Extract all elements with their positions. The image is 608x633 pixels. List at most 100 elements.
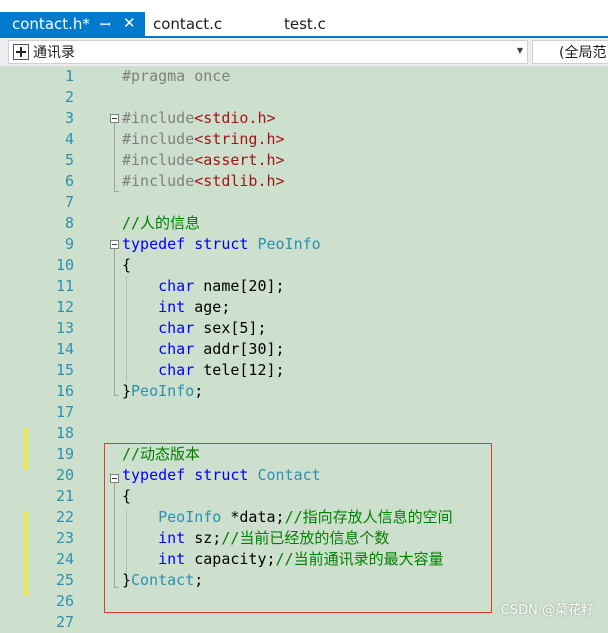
comment: //指向存放人信息的空间 — [284, 508, 453, 526]
code-line-25: }Contact; — [122, 570, 203, 591]
fold-line-end — [114, 587, 119, 588]
code-line-4: #include<string.h> — [122, 129, 285, 150]
line-number: 9 — [64, 235, 74, 253]
watermark: CSDN @菜花籽 — [500, 603, 594, 618]
code-text: sz; — [185, 529, 222, 547]
code-text: sex[5]; — [194, 319, 267, 337]
brace: { — [122, 256, 132, 274]
line-number: 20 — [55, 466, 74, 484]
line-number: 26 — [55, 592, 74, 610]
comment: //人的信息 — [122, 214, 201, 232]
preprocessor: #include — [122, 151, 195, 169]
code-line-13: char sex[5]; — [122, 318, 267, 339]
line-number: 23 — [55, 529, 74, 547]
collapse-icon[interactable] — [110, 474, 119, 483]
line-number: 24 — [55, 550, 74, 568]
fold-line — [114, 123, 115, 192]
comment: //当前通讯录的最大容量 — [275, 550, 444, 568]
line-number: 18 — [55, 424, 74, 442]
code-text: capacity; — [185, 550, 276, 568]
keyword: int — [158, 529, 186, 547]
change-bar — [24, 428, 28, 470]
brace: { — [122, 487, 132, 505]
code-line-3: #include<stdio.h> — [122, 108, 276, 129]
keyword: typedef struct — [122, 235, 249, 253]
preprocessor: #include — [122, 172, 195, 190]
code-editor[interactable]: 1 2 3 4 5 6 7 8 9 10 11 12 13 14 15 16 1… — [0, 66, 608, 631]
code-line-20: typedef struct Contact — [122, 465, 321, 486]
line-number: 15 — [55, 361, 74, 379]
code-text: ; — [194, 382, 204, 400]
line-number: 16 — [55, 382, 74, 400]
line-number-gutter: 1 2 3 4 5 6 7 8 9 10 11 12 13 14 15 16 1… — [30, 66, 77, 631]
code-line-6: #include<stdlib.h> — [122, 171, 285, 192]
tab-contact-c[interactable]: contact.c — [141, 12, 222, 36]
code-area[interactable]: #pragma once #include<stdio.h> #include<… — [77, 66, 608, 626]
include-path: <stdio.h> — [194, 109, 276, 127]
project-scope-label: 通讯录 — [33, 45, 75, 61]
code-line-15: char tele[12]; — [122, 360, 284, 381]
type-name: Contact — [131, 571, 195, 589]
code-line-14: char addr[30]; — [122, 339, 285, 360]
line-number: 8 — [64, 214, 74, 232]
code-line-5: #include<assert.h> — [122, 150, 285, 171]
keyword: typedef struct — [122, 466, 249, 484]
tab-contact-h[interactable]: contact.h* ꟷ ✕ — [0, 12, 145, 36]
keyword: int — [158, 550, 186, 568]
code-line-9: typedef struct PeoInfo — [122, 234, 321, 255]
code-text: addr[30]; — [194, 340, 285, 358]
line-number: 3 — [64, 109, 74, 127]
line-number: 6 — [64, 172, 74, 190]
collapse-icon[interactable] — [110, 114, 119, 123]
code-line-8: //人的信息 — [122, 213, 200, 234]
line-number: 13 — [55, 319, 74, 337]
tab-test-c[interactable]: test.c — [272, 12, 326, 36]
fold-line-end — [114, 191, 119, 192]
line-number: 12 — [55, 298, 74, 316]
pin-icon[interactable]: ꟷ — [100, 15, 111, 33]
line-number: 1 — [64, 67, 74, 85]
include-path: <stdlib.h> — [194, 172, 285, 190]
tab-label: contact.h* — [12, 15, 90, 33]
fold-line — [114, 483, 115, 588]
chevron-down-icon[interactable]: ▼ — [517, 46, 523, 55]
comment: //动态版本 — [122, 445, 201, 463]
type-name: PeoInfo — [158, 508, 222, 526]
code-text: *data; — [221, 508, 285, 526]
keyword: char — [158, 319, 195, 337]
keyword: char — [158, 277, 195, 295]
type-name: Contact — [257, 466, 321, 484]
code-line-11: char name[20]; — [122, 276, 284, 297]
line-number: 2 — [64, 88, 74, 106]
global-scope-dropdown[interactable]: (全局范 — [532, 40, 608, 64]
line-number: 10 — [55, 256, 74, 274]
line-number: 4 — [64, 130, 74, 148]
tab-label: test.c — [284, 15, 326, 33]
close-icon[interactable]: ✕ — [123, 14, 136, 32]
comment: //当前已经放的信息个数 — [221, 529, 390, 547]
code-text: age; — [185, 298, 231, 316]
preprocessor: #include — [122, 109, 195, 127]
code-line-12: int age; — [122, 297, 230, 318]
line-number: 21 — [55, 487, 74, 505]
keyword: int — [158, 298, 186, 316]
change-bar — [24, 512, 28, 596]
line-number: 25 — [55, 571, 74, 589]
preprocessor: #include — [122, 130, 195, 148]
brace: } — [122, 382, 132, 400]
fold-line-end — [114, 395, 119, 396]
line-number: 5 — [64, 151, 74, 169]
code-line-24: int capacity;//当前通讯录的最大容量 — [122, 549, 444, 570]
code-line-16: }PeoInfo; — [122, 381, 203, 402]
code-line-23: int sz;//当前已经放的信息个数 — [122, 528, 389, 549]
collapse-icon[interactable] — [110, 240, 119, 249]
global-scope-label: (全局范 — [559, 45, 607, 61]
fold-line — [114, 249, 115, 396]
code-line-21: { — [122, 486, 131, 507]
keyword: char — [158, 361, 195, 379]
include-path: <string.h> — [194, 130, 285, 148]
line-number: 19 — [55, 445, 74, 463]
type-name: PeoInfo — [131, 382, 195, 400]
tab-label: contact.c — [153, 15, 223, 33]
project-scope-dropdown[interactable]: 通讯录 ▼ — [8, 40, 528, 64]
